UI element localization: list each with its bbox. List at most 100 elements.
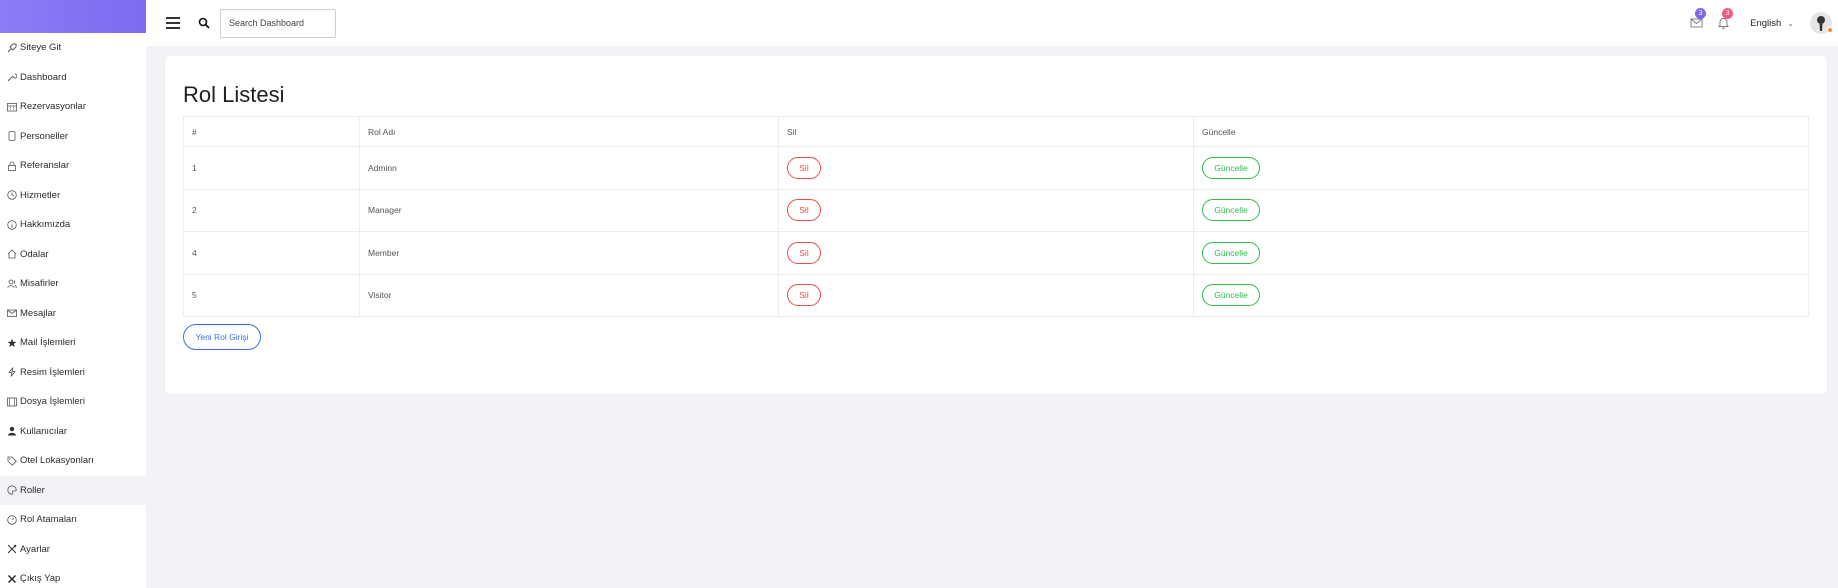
sidebar-nav: Siteye Git Dashboard Rezervasyonlar Pers… bbox=[0, 33, 146, 588]
sidebar-item-ayarlar[interactable]: Ayarlar bbox=[0, 535, 146, 565]
user-icon bbox=[6, 426, 17, 437]
notification-button[interactable]: 3 bbox=[1717, 8, 1734, 30]
language-label: English bbox=[1750, 17, 1782, 29]
star-icon bbox=[6, 337, 17, 348]
row-role-name: Adminn bbox=[359, 146, 779, 190]
delete-cell: Sil bbox=[778, 146, 1194, 190]
sidebar-item-odalar[interactable]: Odalar bbox=[0, 240, 146, 270]
sidebar-item-label: Kullanıcılar bbox=[20, 425, 67, 437]
users-icon bbox=[6, 278, 17, 289]
roles-table: # Rol Adı Sil Güncelle 1 Adminn Sil Günc… bbox=[183, 116, 1809, 317]
new-role-button[interactable]: Yeni Rol Girişi bbox=[183, 324, 261, 350]
row-id: 2 bbox=[183, 188, 360, 232]
palette-icon bbox=[6, 485, 17, 496]
sidebar-item-dashboard[interactable]: Dashboard bbox=[0, 63, 146, 93]
tools-icon bbox=[6, 544, 17, 555]
phone-icon bbox=[6, 131, 17, 142]
row-id: 1 bbox=[183, 146, 360, 190]
sidebar-item-label: Ayarlar bbox=[20, 543, 50, 555]
sidebar-item-misafirler[interactable]: Misafirler bbox=[0, 269, 146, 299]
notification-count-badge: 3 bbox=[1722, 8, 1734, 19]
update-cell: Güncelle bbox=[1193, 273, 1809, 317]
sidebar-item-kullanicilar[interactable]: Kullanıcılar bbox=[0, 417, 146, 447]
sidebar-item-label: Referanslar bbox=[20, 160, 70, 172]
row-role-name: Manager bbox=[359, 188, 779, 232]
row-role-name: Visitor bbox=[359, 273, 779, 317]
sidebar-item-label: Mesajlar bbox=[20, 307, 56, 319]
info-icon bbox=[6, 219, 17, 230]
sidebar-item-label: Hizmetler bbox=[20, 189, 61, 201]
delete-cell: Sil bbox=[778, 273, 1194, 317]
status-dot bbox=[1827, 27, 1833, 33]
update-button[interactable]: Güncelle bbox=[1202, 156, 1260, 179]
mail-button[interactable]: 3 bbox=[1690, 8, 1707, 30]
sidebar-item-label: Dashboard bbox=[20, 71, 67, 83]
sidebar-item-rezervasyonlar[interactable]: Rezervasyonlar bbox=[0, 92, 146, 122]
sidebar-item-label: Odalar bbox=[20, 248, 49, 260]
column-header-delete: Sil bbox=[778, 116, 1194, 147]
delete-cell: Sil bbox=[778, 188, 1194, 232]
table-row: 4 Member Sil Güncelle bbox=[183, 231, 1809, 275]
update-cell: Güncelle bbox=[1193, 231, 1809, 275]
sidebar-item-mesajlar[interactable]: Mesajlar bbox=[0, 299, 146, 329]
mail-count-badge: 3 bbox=[1695, 8, 1707, 19]
x-icon bbox=[6, 573, 17, 584]
chevron-down-icon: ⌄ bbox=[1787, 18, 1794, 28]
brand-bar bbox=[0, 0, 146, 33]
sidebar-item-referanslar[interactable]: Referanslar bbox=[0, 151, 146, 181]
sidebar-item-label: Siteye Git bbox=[20, 42, 62, 54]
tag-icon bbox=[6, 455, 17, 466]
clock-icon bbox=[6, 190, 17, 201]
sidebar-item-cikis-yap[interactable]: Çıkış Yap bbox=[0, 564, 146, 588]
column-header-role-name: Rol Adı bbox=[359, 116, 779, 147]
sidebar-item-dosya-islemleri[interactable]: Dosya İşlemleri bbox=[0, 387, 146, 417]
sidebar-item-hizmetler[interactable]: Hizmetler bbox=[0, 181, 146, 211]
sidebar-item-label: Misafirler bbox=[20, 278, 59, 290]
column-header-update: Güncelle bbox=[1193, 116, 1809, 147]
gauge-icon bbox=[6, 514, 17, 525]
row-id: 4 bbox=[183, 231, 360, 275]
avatar[interactable] bbox=[1810, 12, 1833, 34]
sidebar-item-label: Roller bbox=[20, 484, 45, 496]
table-row: 1 Adminn Sil Güncelle bbox=[183, 146, 1809, 190]
sidebar-item-otel-lokasyonlari[interactable]: Otel Lokasyonları bbox=[0, 446, 146, 476]
update-button[interactable]: Güncelle bbox=[1202, 199, 1260, 222]
sidebar-item-mail-islemleri[interactable]: Mail İşlemleri bbox=[0, 328, 146, 358]
sidebar-item-hakkimizda[interactable]: Hakkımızda bbox=[0, 210, 146, 240]
page-title: Rol Listesi bbox=[183, 82, 285, 107]
sidebar-item-resim-islemleri[interactable]: Resim İşlemleri bbox=[0, 358, 146, 388]
lock-icon bbox=[6, 160, 17, 171]
update-button[interactable]: Güncelle bbox=[1202, 284, 1260, 307]
wrench-icon bbox=[6, 72, 17, 83]
update-cell: Güncelle bbox=[1193, 188, 1809, 232]
sidebar-item-label: Otel Lokasyonları bbox=[20, 455, 94, 467]
sidebar-item-label: Mail İşlemleri bbox=[20, 337, 76, 349]
sidebar: Siteye Git Dashboard Rezervasyonlar Pers… bbox=[0, 0, 146, 588]
delete-button[interactable]: Sil bbox=[787, 284, 821, 307]
table-row: 2 Manager Sil Güncelle bbox=[183, 188, 1809, 232]
home-icon bbox=[6, 249, 17, 260]
update-cell: Güncelle bbox=[1193, 146, 1809, 190]
sidebar-item-label: Hakkımızda bbox=[20, 219, 71, 231]
hamburger-menu-icon[interactable] bbox=[166, 17, 180, 29]
update-button[interactable]: Güncelle bbox=[1202, 241, 1260, 264]
row-role-name: Member bbox=[359, 231, 779, 275]
language-selector[interactable]: English ⌄ bbox=[1750, 18, 1794, 29]
search-input[interactable] bbox=[220, 8, 336, 38]
delete-button[interactable]: Sil bbox=[787, 156, 821, 179]
search-icon[interactable] bbox=[198, 17, 210, 29]
topbar-right: 3 3 English ⌄ bbox=[1690, 0, 1838, 46]
sidebar-item-label: Personeller bbox=[20, 130, 69, 142]
row-id: 5 bbox=[183, 273, 360, 317]
sidebar-item-personeller[interactable]: Personeller bbox=[0, 122, 146, 152]
table-row: 5 Visitor Sil Güncelle bbox=[183, 273, 1809, 317]
sidebar-item-roller[interactable]: Roller bbox=[0, 475, 146, 505]
sidebar-item-siteye-git[interactable]: Siteye Git bbox=[0, 33, 146, 63]
delete-button[interactable]: Sil bbox=[787, 241, 821, 264]
delete-cell: Sil bbox=[778, 231, 1194, 275]
sidebar-item-rol-atamalari[interactable]: Rol Atamaları bbox=[0, 505, 146, 535]
envelope-icon bbox=[6, 308, 17, 319]
sidebar-item-label: Çıkış Yap bbox=[20, 573, 61, 585]
sidebar-item-label: Rezervasyonlar bbox=[20, 101, 86, 113]
delete-button[interactable]: Sil bbox=[787, 199, 821, 222]
